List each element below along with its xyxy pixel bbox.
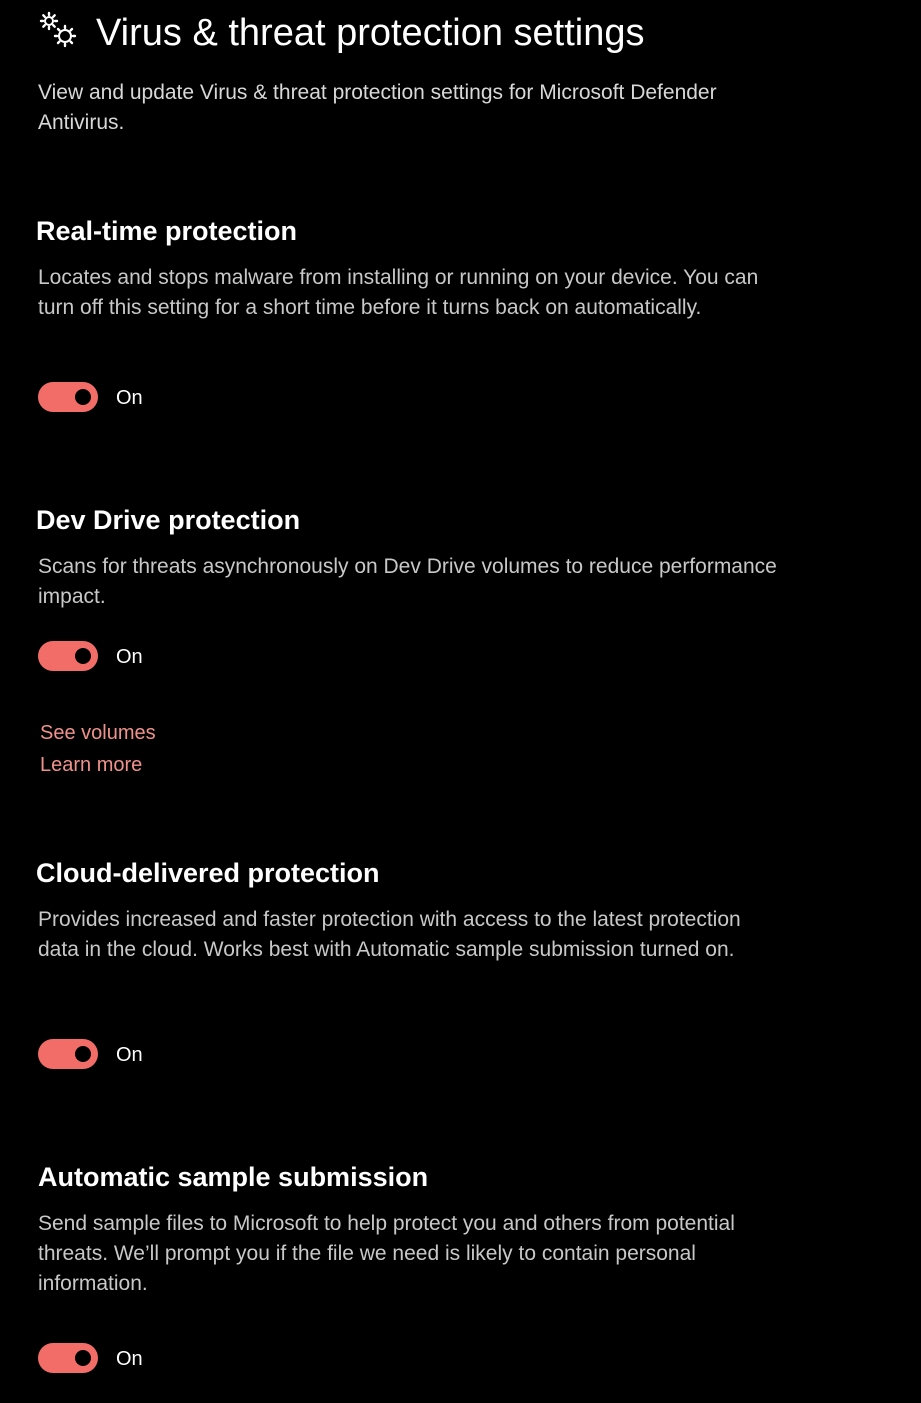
- section-description-cloud-delivered-protection: Provides increased and faster protection…: [38, 908, 741, 961]
- toggle-knob: [75, 648, 91, 664]
- see-volumes-link[interactable]: See volumes: [40, 720, 156, 746]
- section-title-cloud-delivered-protection: Cloud-delivered protection: [36, 858, 380, 888]
- section-description-dev-drive-protection: Scans for threats asynchronously on Dev …: [38, 555, 777, 608]
- toggle-knob: [75, 1046, 91, 1062]
- section-title-dev-drive-protection: Dev Drive protection: [36, 505, 301, 535]
- toggle-knob: [75, 389, 91, 405]
- page-title: Virus & threat protection settings: [96, 12, 645, 54]
- section-description-real-time-protection: Locates and stops malware from installin…: [38, 266, 759, 319]
- section-title-real-time-protection: Real-time protection: [36, 216, 298, 246]
- dev-drive-protection-toggle-label: On: [116, 646, 143, 668]
- section-title-automatic-sample-submission: Automatic sample submission: [38, 1162, 429, 1192]
- gears-icon: [39, 11, 77, 48]
- page-subtitle: View and update Virus & threat protectio…: [38, 81, 717, 134]
- cloud-delivered-protection-toggle[interactable]: [38, 1039, 98, 1069]
- cloud-delivered-protection-toggle-label: On: [116, 1044, 143, 1066]
- learn-more-link[interactable]: Learn more: [40, 752, 142, 778]
- automatic-sample-submission-toggle-label: On: [116, 1348, 143, 1370]
- dev-drive-protection-toggle[interactable]: [38, 641, 98, 671]
- toggle-knob: [75, 1350, 91, 1366]
- automatic-sample-submission-toggle[interactable]: [38, 1343, 98, 1373]
- real-time-protection-toggle[interactable]: [38, 382, 98, 412]
- section-description-automatic-sample-submission: Send sample files to Microsoft to help p…: [38, 1212, 735, 1295]
- real-time-protection-toggle-label: On: [116, 387, 143, 409]
